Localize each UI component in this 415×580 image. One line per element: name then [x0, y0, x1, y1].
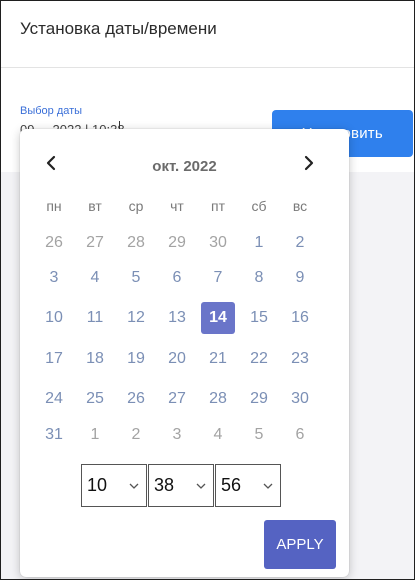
- dialog-header: Установка даты/времени: [1, 1, 414, 68]
- calendar-day[interactable]: 23: [283, 343, 317, 375]
- calendar-day[interactable]: 5: [119, 262, 153, 294]
- calendar-day[interactable]: 17: [37, 343, 71, 375]
- calendar-week-row: 10 11 12 13 14 15 16: [37, 302, 332, 334]
- calendar-day[interactable]: 28: [201, 383, 235, 415]
- calendar-day[interactable]: 15: [242, 302, 276, 334]
- weekday-label: вс: [292, 198, 308, 214]
- calendar-day[interactable]: 26: [119, 383, 153, 415]
- calendar-day[interactable]: 8: [242, 262, 276, 294]
- seconds-value: 56: [221, 475, 242, 495]
- apply-button[interactable]: APPLY: [264, 520, 336, 569]
- calendar-day[interactable]: 2: [283, 227, 317, 259]
- calendar-day[interactable]: 12: [119, 302, 153, 334]
- calendar-day[interactable]: 28: [119, 227, 153, 259]
- next-month-button[interactable]: [298, 152, 320, 174]
- calendar-day[interactable]: 4: [78, 262, 112, 294]
- calendar-day-selected[interactable]: 14: [201, 302, 235, 334]
- weekday-label: пн: [46, 198, 62, 214]
- minutes-value: 38: [154, 475, 175, 495]
- calendar-day[interactable]: 3: [160, 419, 194, 451]
- calendar-day[interactable]: 19: [119, 343, 153, 375]
- hours-select[interactable]: 10: [81, 464, 147, 507]
- calendar-day[interactable]: 6: [283, 419, 317, 451]
- weekday-header: пн вт ср чт пт сб вс: [37, 191, 332, 221]
- calendar-day[interactable]: 30: [201, 227, 235, 259]
- calendar-day[interactable]: 30: [283, 383, 317, 415]
- calendar-week-row: 24 25 26 27 28 29 30: [37, 383, 332, 413]
- calendar-week-row: 26 27 28 29 30 1 2: [37, 227, 332, 257]
- calendar-day[interactable]: 22: [242, 343, 276, 375]
- calendar-day[interactable]: 6: [160, 262, 194, 294]
- weekday-label: вт: [88, 198, 102, 214]
- calendar-day[interactable]: 31: [37, 419, 71, 451]
- calendar-day[interactable]: 29: [242, 383, 276, 415]
- calendar-day[interactable]: 27: [78, 227, 112, 259]
- calendar-day[interactable]: 10: [37, 302, 71, 334]
- date-time-dialog: Установка даты/времени Выбор даты 09 . .…: [0, 0, 415, 580]
- weekday-label: чт: [170, 198, 184, 214]
- weekday-label: сб: [251, 198, 267, 214]
- calendar-day[interactable]: 16: [283, 302, 317, 334]
- calendar-day[interactable]: 27: [160, 383, 194, 415]
- dialog-title: Установка даты/времени: [20, 19, 217, 38]
- calendar-day[interactable]: 20: [160, 343, 194, 375]
- calendar-day[interactable]: 1: [242, 227, 276, 259]
- calendar-day[interactable]: 9: [283, 262, 317, 294]
- chevron-down-icon: [263, 483, 273, 489]
- calendar-week-row: 3456789: [37, 262, 332, 292]
- calendar-day[interactable]: 21: [201, 343, 235, 375]
- calendar-day[interactable]: 26: [37, 227, 71, 259]
- calendar-day[interactable]: 4: [201, 419, 235, 451]
- calendar-week-row: 17 18 19 20 21 22 23: [37, 343, 332, 373]
- date-field-label: Выбор даты: [20, 105, 83, 117]
- calendar-day[interactable]: 18: [78, 343, 112, 375]
- weekday-label: пт: [211, 198, 225, 214]
- calendar-day[interactable]: 3: [37, 262, 71, 294]
- chevron-down-icon: [129, 483, 139, 489]
- calendar-day[interactable]: 5: [242, 419, 276, 451]
- calendar-day[interactable]: 24: [37, 383, 71, 415]
- seconds-select[interactable]: 56: [215, 464, 281, 507]
- calendar-day[interactable]: 1: [78, 419, 112, 451]
- calendar-day[interactable]: 11: [78, 302, 112, 334]
- calendar-day[interactable]: 13: [160, 302, 194, 334]
- weekday-label: ср: [128, 198, 144, 214]
- hours-value: 10: [87, 475, 108, 495]
- chevron-down-icon: [196, 483, 206, 489]
- chevron-right-icon: [304, 155, 314, 171]
- calendar-day[interactable]: 2: [119, 419, 153, 451]
- calendar-week-row: 31 1 2 3 4 5 6: [37, 419, 332, 449]
- calendar-day[interactable]: 29: [160, 227, 194, 259]
- calendar-day[interactable]: 7: [201, 262, 235, 294]
- datepicker-popup: окт. 2022 пн вт ср чт пт сб вс 26 27 28 29 30 1 2 3 4 5…: [20, 129, 349, 577]
- calendar-day[interactable]: 25: [78, 383, 112, 415]
- minutes-select[interactable]: 38: [148, 464, 214, 507]
- time-selector: 10 38 56: [81, 464, 281, 508]
